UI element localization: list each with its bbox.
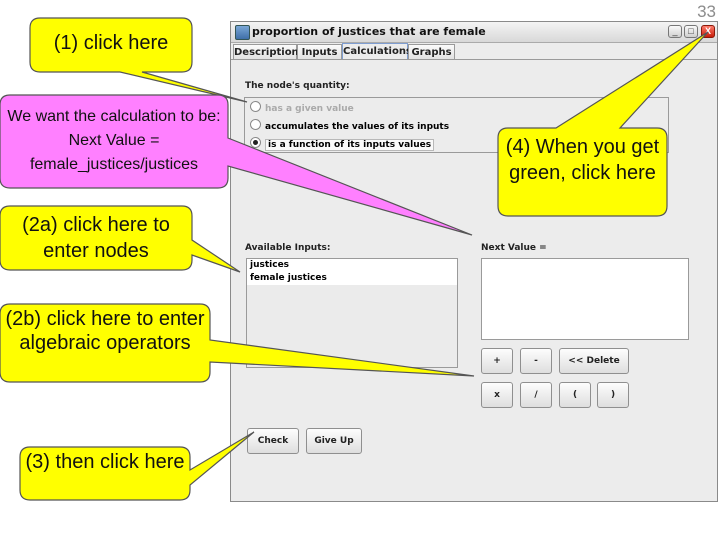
callout-3-text: (3) then click here [25,451,185,473]
radio-function[interactable]: is a function of its inputs values [250,137,435,151]
callout-4-text: (4) When you get green, click here [505,136,660,184]
app-icon [235,25,250,40]
available-inputs-heading: Available Inputs: [245,243,331,253]
tab-calculations[interactable]: Calculations [342,43,412,60]
radio-selected-icon [250,137,261,148]
radio-label: accumulates the values of its inputs [265,122,450,132]
tab-bar: Description Inputs Calculations Graphs [231,43,717,60]
radio-given-value[interactable]: has a given value [250,101,354,115]
quantity-heading: The node's quantity: [245,81,350,91]
window-title: proportion of justices that are female [252,25,486,38]
plus-button[interactable]: + [481,348,513,374]
radio-icon [250,101,261,112]
list-item-justices[interactable]: justices [247,259,457,272]
list-item-female-justices[interactable]: female justices [247,272,457,285]
close-paren-button[interactable]: ) [597,382,629,408]
callout-2b-text: (2b) click here to enter algebraic opera… [5,308,205,354]
give-up-button[interactable]: Give Up [306,428,362,454]
callout-2a-text: (2a) click here to enter nodes [22,214,170,262]
minus-button[interactable]: - [520,348,552,374]
minimize-button[interactable]: _ [668,25,682,38]
radio-label: is a function of its inputs values [265,139,435,151]
maximize-button[interactable]: □ [684,25,698,38]
divide-button[interactable]: / [520,382,552,408]
radio-icon [250,119,261,130]
tab-graphs[interactable]: Graphs [408,44,455,59]
tab-inputs[interactable]: Inputs [297,44,342,59]
tab-divider [231,59,717,60]
slide-number: 33 [697,2,716,21]
delete-button[interactable]: << Delete [559,348,629,374]
callout-calc-text: We want the calculation to be: Next Valu… [7,108,221,173]
app-window: proportion of justices that are female _… [230,21,718,502]
tab-description[interactable]: Description [233,44,299,59]
close-button[interactable]: X [701,25,715,38]
radio-accumulates[interactable]: accumulates the values of its inputs [250,119,449,133]
radio-label: has a given value [265,104,354,114]
available-inputs-list[interactable]: justices female justices [246,258,458,368]
callout-1-text: (1) click here [53,32,169,54]
title-bar[interactable]: proportion of justices that are female _… [231,22,717,43]
multiply-button[interactable]: x [481,382,513,408]
check-button[interactable]: Check [247,428,299,454]
next-value-heading: Next Value = [481,243,547,253]
next-value-field[interactable] [481,258,689,340]
open-paren-button[interactable]: ( [559,382,591,408]
